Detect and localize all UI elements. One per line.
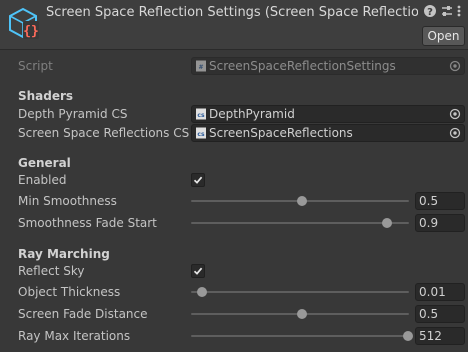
- object-thickness-slider[interactable]: [191, 291, 409, 293]
- shaders-section-title: Shaders: [18, 89, 74, 103]
- open-button[interactable]: Open: [422, 26, 465, 46]
- script-field: # ScreenSpaceReflectionSettings: [191, 57, 465, 75]
- reflect-sky-checkbox[interactable]: [191, 264, 205, 278]
- enabled-checkbox[interactable]: [191, 173, 205, 187]
- enabled-label: Enabled: [18, 173, 67, 187]
- checkmark-icon: [193, 267, 203, 275]
- reflect-sky-row: Reflect Sky: [0, 262, 468, 282]
- compute-shader-icon: cs: [196, 108, 206, 120]
- object-thickness-label: Object Thickness: [18, 285, 121, 299]
- object-picker-icon[interactable]: [449, 108, 461, 120]
- svg-text:cs: cs: [197, 112, 205, 119]
- object-thickness-input[interactable]: 0.01: [415, 283, 465, 301]
- ray-marching-section-title: Ray Marching: [18, 247, 110, 261]
- depth-pyramid-label: Depth Pyramid CS: [18, 107, 128, 121]
- ssr-shader-field[interactable]: cs ScreenSpaceReflections: [191, 124, 465, 142]
- svg-text:?: ?: [427, 7, 433, 18]
- ray-max-iterations-slider[interactable]: [191, 335, 409, 337]
- ssr-shader-value: ScreenSpaceReflections: [209, 126, 353, 140]
- inspector-title: Screen Space Reflection Settings (Screen…: [46, 5, 418, 20]
- checkmark-icon: [193, 176, 203, 184]
- svg-text:cs: cs: [197, 131, 205, 138]
- smoothness-fade-start-slider-thumb[interactable]: [381, 218, 392, 228]
- min-smoothness-slider-thumb[interactable]: [297, 196, 307, 206]
- smoothness-fade-start-slider[interactable]: [191, 222, 409, 224]
- smoothness-fade-start-label: Smoothness Fade Start: [18, 216, 157, 230]
- svg-text:#: #: [198, 64, 203, 71]
- ssr-shader-label: Screen Space Reflections CS: [18, 126, 190, 140]
- script-label: Script: [18, 59, 53, 73]
- min-smoothness-input[interactable]: 0.5: [415, 192, 465, 210]
- enabled-row: Enabled: [0, 171, 468, 191]
- reflect-sky-label: Reflect Sky: [18, 264, 85, 278]
- object-thickness-slider-thumb[interactable]: [197, 287, 208, 297]
- min-smoothness-row: Min Smoothness 0.5: [0, 192, 468, 212]
- scriptable-object-icon: {}: [9, 7, 39, 39]
- ray-max-iterations-row: Ray Max Iterations 512: [0, 327, 468, 347]
- object-picker-icon[interactable]: [449, 127, 461, 139]
- object-thickness-row: Object Thickness 0.01: [0, 283, 468, 303]
- compute-shader-icon: cs: [196, 127, 206, 139]
- screen-fade-distance-input[interactable]: 0.5: [415, 305, 465, 323]
- object-picker-icon: [449, 60, 461, 72]
- cs-script-icon: #: [196, 60, 206, 72]
- screen-fade-distance-label: Screen Fade Distance: [18, 307, 148, 321]
- depth-pyramid-field[interactable]: cs DepthPyramid: [191, 105, 465, 123]
- script-row: Script # ScreenSpaceReflectionSettings: [0, 57, 468, 77]
- script-value: ScreenSpaceReflectionSettings: [209, 59, 396, 73]
- help-icon[interactable]: ?: [423, 4, 437, 18]
- kebab-menu-icon[interactable]: [455, 4, 463, 18]
- ray-max-iterations-slider-thumb[interactable]: [403, 331, 413, 341]
- min-smoothness-label: Min Smoothness: [18, 194, 117, 208]
- depth-pyramid-row: Depth Pyramid CS cs DepthPyramid: [0, 105, 468, 125]
- ray-max-iterations-label: Ray Max Iterations: [18, 329, 131, 343]
- ssr-shader-row: Screen Space Reflections CS cs ScreenSpa…: [0, 124, 468, 144]
- inspector-header: {} Screen Space Reflection Settings (Scr…: [0, 0, 468, 50]
- smoothness-fade-start-input[interactable]: 0.9: [415, 214, 465, 232]
- inspector-content: Script # ScreenSpaceReflectionSettings S…: [0, 51, 468, 352]
- screen-fade-distance-row: Screen Fade Distance 0.5: [0, 305, 468, 325]
- screen-fade-distance-slider-thumb[interactable]: [297, 309, 307, 319]
- presets-icon[interactable]: [440, 4, 454, 18]
- general-section-title: General: [18, 156, 71, 170]
- smoothness-fade-start-row: Smoothness Fade Start 0.9: [0, 214, 468, 234]
- svg-text:{}: {}: [23, 24, 39, 39]
- ray-max-iterations-input[interactable]: 512: [415, 327, 465, 345]
- depth-pyramid-value: DepthPyramid: [209, 107, 295, 121]
